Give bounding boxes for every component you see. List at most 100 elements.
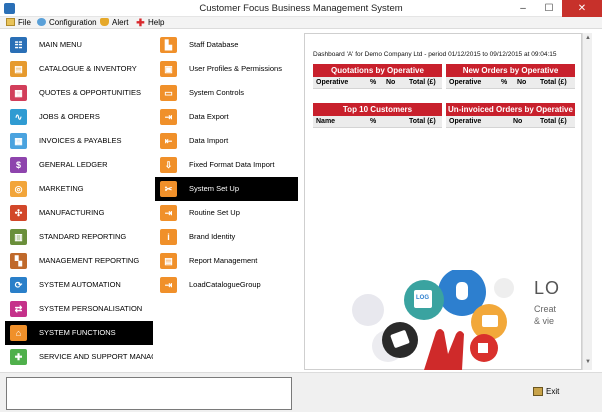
staff-database-icon: ▙ xyxy=(160,37,177,53)
nav-item-general-ledger[interactable]: $ GENERAL LEDGER xyxy=(5,153,153,177)
column-header[interactable]: No xyxy=(517,79,526,86)
widget-uninvoiced-orders-by-operative: Un-invoiced Orders by Operative Operativ… xyxy=(446,103,575,128)
column-header[interactable]: Total (£) xyxy=(409,79,436,86)
sub-item-system-controls[interactable]: ▭ System Controls xyxy=(155,81,298,105)
brand-illustration: LOG LO Creat & vie xyxy=(344,268,572,370)
sub-item-label: User Profiles & Permissions xyxy=(189,64,282,73)
sub-item-staff-database[interactable]: ▙ Staff Database xyxy=(155,33,298,57)
widget-title: Un-invoiced Orders by Operative xyxy=(446,103,575,116)
menu-help[interactable]: ✚ Help xyxy=(136,17,164,29)
column-header[interactable]: Operative xyxy=(449,118,481,125)
scroll-down-icon[interactable]: ▼ xyxy=(584,359,592,365)
nav-item-label: SYSTEM PERSONALISATION xyxy=(39,304,143,313)
widget-column-headers: Name % Total (£) xyxy=(313,116,442,128)
sub-item-label: Staff Database xyxy=(189,40,239,49)
nav-item-marketing[interactable]: ◎ MARKETING xyxy=(5,177,153,201)
nav-item-label: MARKETING xyxy=(39,184,84,193)
column-header[interactable]: Total (£) xyxy=(409,118,436,125)
nav-item-quotes-opportunities[interactable]: ▦ QUOTES & OPPORTUNITIES xyxy=(5,81,153,105)
dashboard-scrollbar[interactable]: ▲ ▼ xyxy=(582,33,592,370)
nav-item-label: STANDARD REPORTING xyxy=(39,232,127,241)
widget-quotations-by-operative: Quotations by Operative Operative % No T… xyxy=(313,64,442,89)
menu-alert-label: Alert xyxy=(112,18,129,27)
load-catalogue-icon: ⇥ xyxy=(160,277,177,293)
sub-item-brand-identity[interactable]: i Brand Identity xyxy=(155,225,298,249)
sub-item-label: LoadCatalogueGroup xyxy=(189,280,261,289)
column-header[interactable]: Operative xyxy=(316,79,348,86)
nav-item-label: QUOTES & OPPORTUNITIES xyxy=(39,88,141,97)
widget-title: New Orders by Operative xyxy=(446,64,575,77)
automation-icon: ⟳ xyxy=(10,277,27,293)
menu-alert[interactable]: Alert xyxy=(100,17,128,29)
widget-title: Top 10 Customers xyxy=(313,103,442,116)
gear-icon xyxy=(37,18,46,26)
exit-icon xyxy=(533,387,543,396)
sub-item-label: Brand Identity xyxy=(189,232,236,241)
widget-new-orders-by-operative: New Orders by Operative Operative % No T… xyxy=(446,64,575,89)
column-header[interactable]: % xyxy=(370,118,376,125)
personalise-icon: ⇄ xyxy=(10,301,27,317)
sub-item-loadcataloguegroup[interactable]: ⇥ LoadCatalogueGroup xyxy=(155,273,298,297)
nav-item-label: INVOICES & PAYABLES xyxy=(39,136,122,145)
menu-file[interactable]: File xyxy=(6,17,31,29)
nav-item-label: SYSTEM FUNCTIONS xyxy=(39,328,116,337)
nav-item-jobs-orders[interactable]: ∿ JOBS & ORDERS xyxy=(5,105,153,129)
globe-icon: ◎ xyxy=(10,181,27,197)
close-button[interactable]: ✕ xyxy=(562,0,602,17)
nav-item-management-reporting[interactable]: ▚ MANAGEMENT REPORTING xyxy=(5,249,153,273)
nav-item-system-functions[interactable]: ⌂ SYSTEM FUNCTIONS xyxy=(5,321,153,345)
main-navigation: ☷ MAIN MENU ▤ CATALOGUE & INVENTORY ▦ QUOTES … xyxy=(5,33,153,370)
sub-item-data-import[interactable]: ⇤ Data Import xyxy=(155,129,298,153)
sub-item-report-management[interactable]: ▤ Report Management xyxy=(155,249,298,273)
column-header[interactable]: Operative xyxy=(449,79,481,86)
widget-column-headers: Operative No Total (£) xyxy=(446,116,575,128)
maximize-button[interactable]: ☐ xyxy=(536,0,562,17)
widget-column-headers: Operative % No Total (£) xyxy=(446,77,575,89)
title-bar: Customer Focus Business Management Syste… xyxy=(0,0,602,17)
minimize-button[interactable]: – xyxy=(510,0,536,17)
nav-item-catalogue-inventory[interactable]: ▤ CATALOGUE & INVENTORY xyxy=(5,57,153,81)
sub-item-fixed-format-data-import[interactable]: ⇩ Fixed Format Data Import xyxy=(155,153,298,177)
nav-item-label: MAIN MENU xyxy=(39,40,82,49)
dashboard-subtitle: Dashboard 'A' for Demo Company Ltd - per… xyxy=(313,51,557,58)
quotes-icon: ▦ xyxy=(10,85,27,101)
column-header[interactable]: No xyxy=(513,118,522,125)
network-icon: ✣ xyxy=(10,205,27,221)
sub-item-routine-set-up[interactable]: ⇥ Routine Set Up xyxy=(155,201,298,225)
exit-button[interactable]: Exit xyxy=(533,387,559,396)
sub-item-user-profiles-permissions[interactable]: ▣ User Profiles & Permissions xyxy=(155,57,298,81)
nav-item-system-personalisation[interactable]: ⇄ SYSTEM PERSONALISATION xyxy=(5,297,153,321)
sub-item-data-export[interactable]: ⇥ Data Export xyxy=(155,105,298,129)
nav-item-label: MANUFACTURING xyxy=(39,208,105,217)
sub-item-label: Report Management xyxy=(189,256,258,265)
menu-file-label: File xyxy=(18,18,31,27)
nav-item-label: SYSTEM AUTOMATION xyxy=(39,280,121,289)
nav-item-main-menu[interactable]: ☷ MAIN MENU xyxy=(5,33,153,57)
column-header[interactable]: % xyxy=(370,79,376,86)
column-header[interactable]: Total (£) xyxy=(540,118,567,125)
column-header[interactable]: % xyxy=(501,79,507,86)
nav-item-service-and-support-managem[interactable]: ✚ SERVICE AND SUPPORT MANAGEM xyxy=(5,345,153,369)
nav-item-label: JOBS & ORDERS xyxy=(39,112,100,121)
menu-configuration-label: Configuration xyxy=(49,18,97,27)
column-header[interactable]: Total (£) xyxy=(540,79,567,86)
nav-item-manufacturing[interactable]: ✣ MANUFACTURING xyxy=(5,201,153,225)
widget-title: Quotations by Operative xyxy=(313,64,442,77)
logo-tagline-1: Creat xyxy=(534,304,557,314)
menu-configuration[interactable]: Configuration xyxy=(37,17,97,29)
nav-item-invoices-payables[interactable]: ▦ INVOICES & PAYABLES xyxy=(5,129,153,153)
system-controls-icon: ▭ xyxy=(160,85,177,101)
nav-item-label: GENERAL LEDGER xyxy=(39,160,108,169)
nav-item-system-automation[interactable]: ⟳ SYSTEM AUTOMATION xyxy=(5,273,153,297)
hierarchy-icon: ☷ xyxy=(10,37,27,53)
sub-item-label: System Controls xyxy=(189,88,245,97)
data-export-icon: ⇥ xyxy=(160,109,177,125)
column-header[interactable]: No xyxy=(386,79,395,86)
setup-icon: ✂ xyxy=(160,181,177,197)
status-field[interactable] xyxy=(6,377,292,410)
nav-item-standard-reporting[interactable]: ▥ STANDARD REPORTING xyxy=(5,225,153,249)
column-header[interactable]: Name xyxy=(316,118,335,125)
sub-item-system-set-up[interactable]: ✂ System Set Up xyxy=(155,177,298,201)
scroll-up-icon[interactable]: ▲ xyxy=(584,35,592,41)
plus-icon: ✚ xyxy=(136,18,145,29)
